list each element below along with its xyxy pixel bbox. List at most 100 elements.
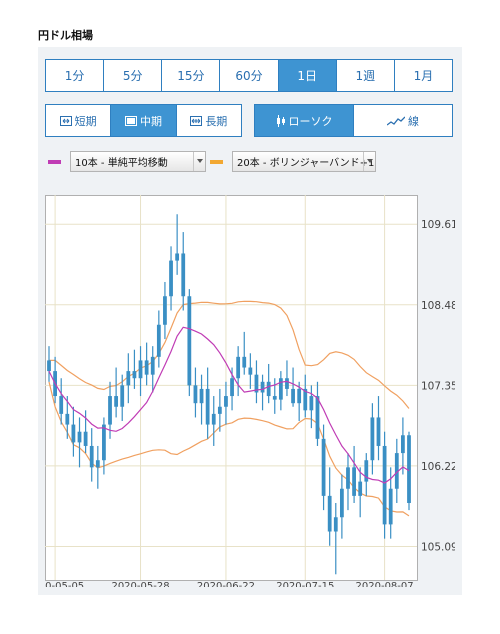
chevron-down-icon	[363, 152, 375, 171]
price-chart[interactable]: 109.61 108.48 107.35 106.22 105.09 2020-05-05…	[45, 195, 455, 587]
candle-body	[388, 488, 393, 525]
candle-body	[291, 388, 295, 404]
candle-body	[65, 413, 70, 425]
candle-body	[132, 371, 137, 379]
candle-body	[89, 445, 94, 468]
y-tick-label: 107.35	[421, 380, 455, 392]
candle-body	[236, 356, 241, 379]
candle-body	[156, 324, 161, 357]
chart-panel: 1分 5分 15分 60分 1日 1週 1月 短期 中期 長期 ローソク 線 1…	[38, 47, 462, 595]
y-tick-label: 108.48	[421, 300, 455, 312]
bollinger-band-indicator: 20本 - ボリンジャーバンド+1	[210, 151, 376, 172]
range-short-button[interactable]: 短期	[46, 105, 112, 136]
candle-body	[333, 517, 338, 532]
line-chart-icon	[387, 116, 405, 126]
long-range-icon	[190, 115, 203, 126]
timeframe-15min-button[interactable]: 15分	[162, 60, 221, 91]
range-mid-button[interactable]: 中期	[111, 105, 177, 136]
candle-body	[150, 356, 155, 375]
moving-average-indicator: 10本 - 単純平均移動	[48, 151, 206, 172]
x-tick-label: 2020-06-22	[197, 581, 255, 587]
candle-body	[315, 396, 320, 439]
candle-body	[77, 431, 82, 443]
candle-body	[83, 431, 88, 446]
candle-body	[382, 445, 387, 525]
candle-body	[272, 396, 277, 400]
candle-body	[211, 413, 216, 425]
x-tick-label: 2020-08-07	[356, 581, 414, 587]
candle-body	[181, 253, 186, 297]
candle-body	[114, 396, 119, 407]
candle-body	[108, 396, 112, 425]
candle-body	[205, 388, 210, 425]
candle-body	[309, 396, 314, 411]
candle-body	[175, 253, 180, 261]
x-tick-label: 2020-07-15	[276, 581, 334, 587]
candle-body	[248, 367, 253, 375]
candle-body	[358, 481, 363, 496]
candle-body	[266, 381, 271, 397]
candle-body	[401, 435, 405, 454]
candle-body	[169, 260, 173, 297]
range-long-button[interactable]: 長期	[176, 105, 241, 136]
candle-body	[370, 417, 375, 461]
candle-body	[327, 495, 332, 532]
x-tick-label: 2020-05-05	[45, 581, 84, 587]
timeframe-1week-button[interactable]: 1週	[336, 60, 395, 91]
candle-body	[339, 488, 344, 518]
candle-body	[59, 396, 64, 414]
candle-body	[163, 296, 167, 325]
timeframe-1day-button[interactable]: 1日	[278, 60, 337, 91]
candle-body	[120, 385, 125, 407]
candle-body	[352, 467, 356, 496]
candle-body	[217, 406, 222, 414]
candle-body	[297, 388, 302, 404]
candle-body	[321, 438, 326, 496]
candle-body	[193, 385, 198, 404]
moving-average-swatch	[48, 159, 61, 164]
chart-type-selector: ローソク 線	[254, 104, 453, 137]
y-tick-label: 109.61	[421, 219, 455, 231]
range-long-label: 長期	[205, 114, 228, 128]
bollinger-band-value: 20本 - ボリンジャーバンド+1	[237, 158, 375, 169]
y-tick-label: 106.22	[421, 461, 455, 473]
candle-body	[95, 460, 100, 468]
line-chart-label: 線	[408, 114, 419, 128]
candle-chart-label: ローソク	[288, 114, 333, 128]
x-tick-label: 2020-05-28	[111, 581, 169, 587]
candlestick-chart: 109.61 108.48 107.35 106.22 105.09 2020-05-05…	[45, 195, 455, 587]
candle-body	[126, 371, 131, 386]
mid-range-icon	[124, 115, 137, 126]
candle-body	[138, 360, 143, 379]
range-selector: 短期 中期 長期	[45, 104, 242, 137]
candle-chart-button[interactable]: ローソク	[255, 105, 354, 136]
timeframe-1month-button[interactable]: 1月	[394, 60, 452, 91]
candle-body	[144, 360, 149, 375]
candle-body	[187, 296, 192, 386]
candle-body	[224, 396, 228, 407]
y-tick-label: 105.09	[421, 541, 455, 553]
range-mid-label: 中期	[139, 114, 162, 128]
candle-body	[242, 356, 247, 368]
bollinger-band-select[interactable]: 20本 - ボリンジャーバンド+1	[232, 151, 376, 172]
candle-body	[47, 360, 51, 372]
candlestick-icon	[276, 114, 286, 127]
candle-body	[71, 424, 76, 443]
bollinger-band-swatch	[210, 159, 223, 164]
timeframe-60min-button[interactable]: 60分	[220, 60, 279, 91]
timeframe-selector: 1分 5分 15分 60分 1日 1週 1月	[45, 59, 453, 92]
page-title: 円ドル相場	[38, 29, 93, 42]
timeframe-1min-button[interactable]: 1分	[46, 60, 105, 91]
moving-average-select[interactable]: 10本 - 単純平均移動	[70, 151, 206, 172]
short-range-icon	[59, 115, 72, 126]
line-chart-button[interactable]: 線	[354, 105, 452, 136]
range-short-label: 短期	[74, 114, 97, 128]
candle-body	[199, 388, 204, 404]
moving-average-value: 10本 - 単純平均移動	[75, 158, 168, 169]
candle-body	[102, 424, 106, 461]
candle-body	[285, 378, 289, 389]
candle-body	[230, 378, 234, 397]
candle-body	[260, 381, 265, 393]
candle-body	[346, 467, 350, 489]
timeframe-5min-button[interactable]: 5分	[104, 60, 163, 91]
